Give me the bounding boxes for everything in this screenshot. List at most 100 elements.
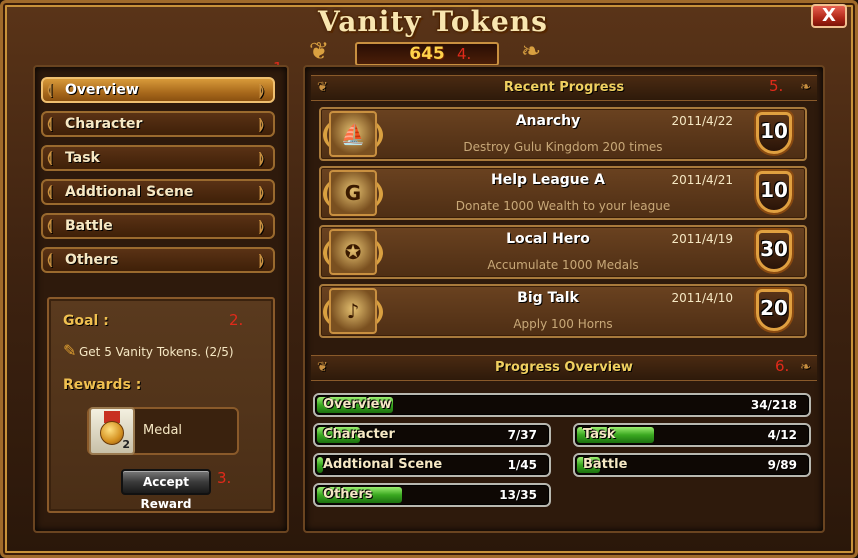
nav-item-battle[interactable]: ⟬ Battle ⟭ (41, 213, 275, 239)
marker-5: 5. (769, 77, 784, 95)
progress-row-task: Task 4/12 (573, 423, 811, 447)
achievement-points: 20 (760, 296, 788, 320)
achievement-title: Local Hero (506, 231, 590, 247)
ornament-icon: ❧ (800, 360, 811, 375)
progress-overview-title: Progress Overview (495, 360, 633, 375)
scroll-right-icon: ⟭ (259, 82, 265, 98)
medal-icon: 2 (89, 407, 135, 455)
points-shield-icon: 10 (751, 109, 797, 159)
recent-progress-title: Recent Progress (503, 80, 625, 95)
goal-panel: Goal : 2. ✎ Get 5 Vanity Tokens. (2/5) R… (47, 297, 275, 513)
scroll-right-icon: ⟭ (259, 184, 265, 200)
achievement-row[interactable]: G Help League A 2011/4/21 Donate 1000 We… (319, 166, 807, 220)
progress-row-others: Others 13/35 (313, 483, 551, 507)
scroll-left-icon: ⟬ (47, 184, 53, 200)
nav-item-overview[interactable]: ⟬ Overview ⟭ (41, 77, 275, 103)
progress-label: Others (323, 487, 373, 502)
ornament-right-icon: ❧ (521, 37, 542, 65)
points-shield-icon: 20 (751, 286, 797, 336)
achievement-points: 30 (760, 237, 788, 261)
scroll-right-icon: ⟭ (259, 150, 265, 166)
scroll-left-icon: ⟬ (47, 116, 53, 132)
token-count: 645 (409, 44, 445, 64)
achievement-title: Big Talk (517, 290, 579, 306)
nav-item-label: Addtional Scene (65, 184, 194, 200)
horn-icon: ♪ (329, 288, 377, 334)
scroll-right-icon: ⟭ (259, 116, 265, 132)
right-panel: ❦ Recent Progress ❧ 5. ⛵ Anarchy 2011/4/… (303, 65, 825, 533)
nav-item-others[interactable]: ⟬ Others ⟭ (41, 247, 275, 273)
reward-name: Medal (143, 423, 183, 438)
progress-value: 9/89 (767, 458, 797, 472)
achievement-date: 2011/4/10 (671, 291, 733, 305)
nav-item-label: Character (65, 116, 143, 132)
medal-icon: ✪ (329, 229, 377, 275)
scroll-left-icon: ⟬ (47, 252, 53, 268)
ship-icon: ⛵ (329, 111, 377, 157)
scroll-left-icon: ⟬ (47, 218, 53, 234)
nav-item-label: Overview (65, 82, 139, 98)
progress-value: 34/218 (750, 398, 797, 412)
scroll-right-icon: ⟭ (259, 218, 265, 234)
progress-row-additional-scene: Addtional Scene 1/45 (313, 453, 551, 477)
progress-row-battle: Battle 9/89 (573, 453, 811, 477)
goal-text: Get 5 Vanity Tokens. (2/5) (79, 345, 234, 359)
progress-label: Battle (583, 457, 628, 472)
marker-4: 4. (457, 45, 472, 63)
achievement-row[interactable]: ♪ Big Talk 2011/4/10 Apply 100 Horns 20 (319, 284, 807, 338)
nav-item-task[interactable]: ⟬ Task ⟭ (41, 145, 275, 171)
marker-6: 6. (775, 357, 790, 375)
nav-item-label: Others (65, 252, 119, 268)
marker-2: 2. (229, 311, 244, 329)
progress-label: Task (583, 427, 616, 442)
scroll-left-icon: ⟬ (47, 82, 53, 98)
ornament-icon: ❦ (317, 80, 328, 95)
progress-row-character: Character 7/37 (313, 423, 551, 447)
achievement-date: 2011/4/21 (671, 173, 733, 187)
reward-item[interactable]: 2 Medal (87, 407, 239, 455)
achievement-date: 2011/4/22 (671, 114, 733, 128)
reward-count: 2 (122, 438, 130, 451)
accept-reward-button[interactable]: Accept Reward (121, 469, 211, 511)
ornament-icon: ❧ (800, 80, 811, 95)
category-nav: ⟬ Overview ⟭ ⟬ Character ⟭ ⟬ Task ⟭ ⟬ Ad… (41, 77, 275, 281)
league-g-icon: G (329, 170, 377, 216)
progress-value: 13/35 (499, 488, 537, 502)
marker-3: 3. (217, 469, 232, 487)
recent-progress-header: ❦ Recent Progress ❧ (311, 75, 817, 101)
nav-item-label: Battle (65, 218, 113, 234)
progress-label: Addtional Scene (323, 457, 443, 472)
achievement-row[interactable]: ✪ Local Hero 2011/4/19 Accumulate 1000 M… (319, 225, 807, 279)
scroll-left-icon: ⟬ (47, 150, 53, 166)
rewards-label: Rewards : (63, 377, 142, 393)
achievement-title: Anarchy (515, 113, 581, 129)
close-button[interactable]: X (811, 4, 847, 28)
achievement-points: 10 (760, 178, 788, 202)
scroll-right-icon: ⟭ (259, 252, 265, 268)
goal-label: Goal : (63, 313, 109, 329)
nav-item-additional-scene[interactable]: ⟬ Addtional Scene ⟭ (41, 179, 275, 205)
achievement-date: 2011/4/19 (671, 232, 733, 246)
achievement-points: 10 (760, 119, 788, 143)
achievement-desc: Destroy Gulu Kingdom 200 times (463, 140, 663, 154)
nav-item-label: Task (65, 150, 100, 166)
achievement-title: Help League A (491, 172, 605, 188)
ornament-icon: ❦ (317, 360, 328, 375)
progress-row-overview: Overview 34/218 (313, 393, 811, 417)
nav-item-character[interactable]: ⟬ Character ⟭ (41, 111, 275, 137)
progress-label: Character (323, 427, 395, 442)
progress-overview-header: ❦ Progress Overview ❧ (311, 355, 817, 381)
token-counter-box: 645 (355, 42, 499, 66)
progress-value: 1/45 (507, 458, 537, 472)
achievement-desc: Donate 1000 Wealth to your league (455, 199, 671, 213)
left-panel: ⟬ Overview ⟭ ⟬ Character ⟭ ⟬ Task ⟭ ⟬ Ad… (33, 65, 289, 533)
achievement-desc: Accumulate 1000 Medals (487, 258, 639, 272)
points-shield-icon: 30 (751, 227, 797, 277)
vanity-tokens-window: Vanity Tokens X ❦ 645 ❧ 1. 4. ⟬ Overview… (0, 0, 858, 558)
points-shield-icon: 10 (751, 168, 797, 218)
progress-value: 4/12 (767, 428, 797, 442)
progress-label: Overview (323, 397, 392, 412)
achievement-row[interactable]: ⛵ Anarchy 2011/4/22 Destroy Gulu Kingdom… (319, 107, 807, 161)
progress-value: 7/37 (507, 428, 537, 442)
achievement-desc: Apply 100 Horns (513, 317, 613, 331)
